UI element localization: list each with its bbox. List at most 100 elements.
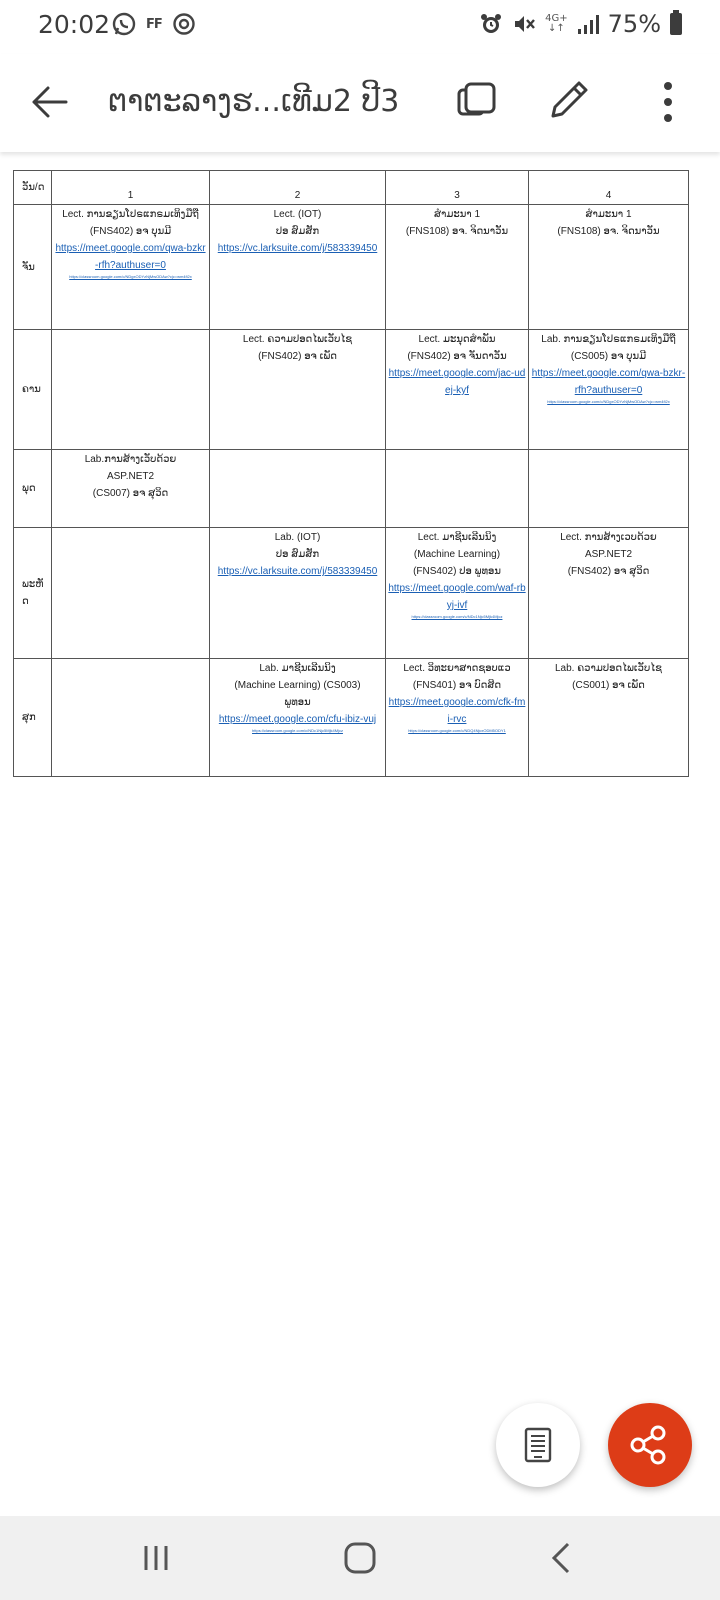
schedule-cell	[51, 527, 210, 659]
meeting-link[interactable]: https://meet.google.com/waf-rbyj-ivf	[388, 580, 526, 614]
app-toolbar: ຕາຕະລາງຮ...ເທີມ2 ປີ3	[0, 54, 720, 152]
meeting-link[interactable]: https://meet.google.com/cfu-ibiz-vuj	[212, 711, 383, 728]
header-corner-cell: ວັນ/ດ	[13, 170, 52, 205]
recent-apps-icon[interactable]	[132, 1534, 180, 1582]
schedule-cell: Lect. ການຂຽນໂປຣແກຣມເທິງມືຖື (FNS402) ອຈ ບ…	[51, 204, 210, 330]
schedule-row: ຄານ Lect. ຄວາມປອດໄພເວັບໄຊ (FNS402) ອຈ ເພັດ…	[13, 329, 689, 450]
document-view-button[interactable]	[496, 1403, 580, 1487]
alarm-icon	[481, 14, 502, 33]
schedule-cell: Lab. (IOT) ປອ ສົມສັກ https://vc.larksuite.…	[209, 527, 386, 659]
course-text: (FNS401) ອຈ ບົດສິດ	[412, 680, 502, 691]
course-text: (FNS402) ອຈ ບຸນມີ	[89, 226, 172, 237]
header-period-4: 4	[528, 170, 689, 205]
schedule-cell: Lect. ມະນຸດສຳພັນ (FNS402) ອຈ ຈັນດາວັນ http…	[385, 329, 529, 450]
course-text: (CS001) ອຈ ເພັດ	[572, 680, 645, 691]
document-page: ວັນ/ດ 1 2 3 4 ຈັນ Lect. ການຂຽນໂປຣແກຣມເທິງມືຖື(…	[13, 170, 689, 777]
schedule-cell: Lab. ມາຊີນເລີນນິງ (Machine Learning) (CS0…	[209, 658, 386, 777]
schedule-cell: Lect. ວິທະຍາສາດຊອບແວ (FNS401) ອຈ ບົດສິດ ht…	[385, 658, 529, 777]
course-text: ASP.NET2	[106, 471, 155, 482]
battery-percent: 75%	[607, 10, 661, 38]
schedule-cell	[528, 449, 689, 528]
day-label: ຄານ	[13, 329, 52, 450]
course-text: (CS007) ອຈ ສຸວິດ	[92, 488, 169, 499]
header-period-3: 3	[385, 170, 529, 205]
schedule-cell	[51, 329, 210, 450]
course-text: Lect. ມາຊີນເລີນນິງ	[417, 532, 497, 543]
meeting-link[interactable]: https://vc.larksuite.com/j/583339450	[212, 563, 383, 580]
edit-pencil-icon[interactable]	[545, 76, 593, 124]
classroom-link[interactable]: https://classroom.google.com/c/NDc1Njc5M…	[212, 728, 383, 734]
schedule-cell: Lect. (IOT) ປອ ສົມສັກ https://vc.larksuite…	[209, 204, 386, 330]
course-text: Lect. ມະນຸດສຳພັນ	[418, 334, 496, 345]
day-label: ພະຫັດ	[13, 527, 52, 659]
schedule-cell: ສຳມະນາ 1 (FNS108) ອຈ. ຈິດນາວັນ	[528, 204, 689, 330]
back-arrow-icon[interactable]	[26, 78, 74, 126]
schedule-cell: Lect. ມາຊີນເລີນນິງ (Machine Learning) (FNS…	[385, 527, 529, 659]
course-text: Lect. ຄວາມປອດໄພເວັບໄຊ	[242, 334, 353, 345]
network-indicator: 4G+ ↓↑	[545, 13, 568, 34]
home-icon[interactable]	[336, 1534, 384, 1582]
schedule-cell	[209, 449, 386, 528]
course-text: (FNS402) ອຈ ສຸວິດ	[567, 566, 650, 577]
back-icon[interactable]	[538, 1534, 586, 1582]
schedule-cell	[385, 449, 529, 528]
course-text: (Machine Learning) (CS003)	[234, 680, 361, 691]
classroom-link[interactable]: https://classroom.google.com/c/NDc1Njc5M…	[388, 614, 526, 620]
network-label: 4G+	[545, 13, 568, 24]
header-period-1: 1	[51, 170, 210, 205]
header-period-2: 2	[209, 170, 386, 205]
battery-icon	[670, 10, 682, 35]
schedule-cell: ສຳມະນາ 1 (FNS108) ອຈ. ຈິດນາວັນ	[385, 204, 529, 330]
day-label: ຈັນ	[13, 204, 52, 330]
course-text: Lect. ວິທະຍາສາດຊອບແວ	[403, 663, 511, 674]
schedule-row: ພະຫັດ Lab. (IOT) ປອ ສົມສັກ https://vc.larks…	[13, 527, 689, 659]
schedule-row: ສຸກ Lab. ມາຊີນເລີນນິງ (Machine Learning) (…	[13, 658, 689, 777]
course-text: Lab. ມາຊີນເລີນນິງ	[259, 663, 336, 674]
schedule-cell: Lab. ຄວາມປອດໄພເວັບໄຊ (CS001) ອຈ ເພັດ	[528, 658, 689, 777]
course-text: ສຳມະນາ 1	[585, 209, 632, 220]
meeting-link[interactable]: https://meet.google.com/jac-udej-kyf	[388, 365, 526, 399]
schedule-header-row: ວັນ/ດ 1 2 3 4	[13, 170, 689, 205]
meeting-link[interactable]: https://meet.google.com/qwa-bzkr-rfh?aut…	[531, 365, 686, 399]
ff-icon: FF	[146, 16, 163, 32]
course-text: Lect. ການສ້າງເວບດ້ວຍ	[560, 532, 657, 543]
course-text: (FNS108) ອຈ. ຈິດນາວັນ	[557, 226, 660, 237]
whatsapp-icon	[112, 12, 136, 36]
day-label: ສຸກ	[13, 658, 52, 777]
schedule-row: ພຸດ Lab.ການສ້າງເວັບດ້ວຍ ASP.NET2 (CS007) ອຈ…	[13, 449, 689, 528]
copy-icon[interactable]	[455, 80, 499, 124]
schedule-row: ຈັນ Lect. ການຂຽນໂປຣແກຣມເທິງມືຖື (FNS402) ອ…	[13, 204, 689, 330]
classroom-link[interactable]: https://classroom.google.com/c/NDgxODYzN…	[54, 274, 207, 280]
course-text: ສຳມະນາ 1	[433, 209, 481, 220]
share-button[interactable]	[608, 1403, 692, 1487]
schedule-cell: Lab. ການຂຽນໂປຣແກຣມເທິງມືຖື (CS005) ອຈ ບຸນ…	[528, 329, 689, 450]
course-text: Lect. (IOT)	[273, 209, 322, 220]
course-text: (Machine Learning)	[413, 549, 501, 560]
schedule-cell	[51, 658, 210, 777]
course-text: (FNS402) ປອ ພູທອນ	[413, 566, 501, 577]
document-title: ຕາຕະລາງຮ...ເທີມ2 ປີ3	[108, 84, 400, 119]
system-nav-bar	[0, 1516, 720, 1600]
mute-icon	[515, 16, 536, 32]
course-text: (FNS402) ອຈ ຈັນດາວັນ	[407, 351, 507, 362]
status-time: 20:02	[38, 10, 111, 39]
schedule-cell: Lab.ການສ້າງເວັບດ້ວຍ ASP.NET2 (CS007) ອຈ ສຸ…	[51, 449, 210, 528]
classroom-link[interactable]: https://classroom.google.com/c/NDQ4NjcxO…	[388, 728, 526, 734]
meeting-link[interactable]: https://meet.google.com/qwa-bzkr-rfh?aut…	[54, 240, 207, 274]
course-text: ພູທອນ	[284, 697, 311, 708]
course-text: (FNS108) ອຈ. ຈິດນາວັນ	[405, 226, 509, 237]
course-text: Lab. ຄວາມປອດໄພເວັບໄຊ	[555, 663, 662, 674]
document-view-icon	[524, 1427, 552, 1463]
course-text: ປອ ສົມສັກ	[275, 549, 320, 560]
more-vert-icon[interactable]	[648, 80, 688, 124]
schedule-table: ວັນ/ດ 1 2 3 4 ຈັນ Lect. ການຂຽນໂປຣແກຣມເທິງມືຖື(…	[13, 170, 689, 777]
share-icon	[630, 1425, 666, 1465]
classroom-link[interactable]: https://classroom.google.com/c/NDgxODYzN…	[531, 399, 686, 405]
schedule-cell: Lect. ການສ້າງເວບດ້ວຍ ASP.NET2 (FNS402) ອຈ …	[528, 527, 689, 659]
course-text: (CS005) ອຈ ບຸນມີ	[570, 351, 647, 362]
meeting-link[interactable]: https://vc.larksuite.com/j/583339450	[212, 240, 383, 257]
status-bar: 20:02 FF 4G+ ↓↑ 75%	[0, 0, 720, 54]
meeting-link[interactable]: https://meet.google.com/cfk-fmi-rvc	[388, 694, 526, 728]
course-text: ປອ ສົມສັກ	[275, 226, 320, 237]
course-text: Lect. ການຂຽນໂປຣແກຣມເທິງມືຖື	[62, 209, 199, 220]
